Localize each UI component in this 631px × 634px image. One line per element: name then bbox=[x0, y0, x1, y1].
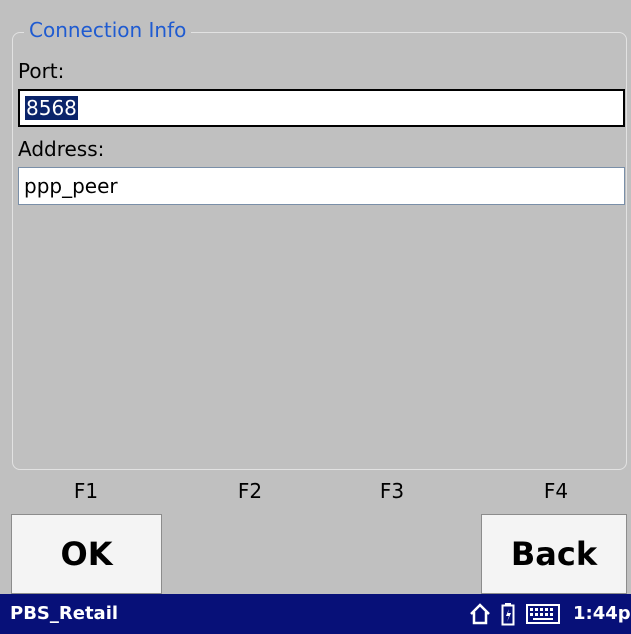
f1-key-label: F1 bbox=[73, 479, 99, 503]
ok-button[interactable]: OK bbox=[11, 514, 162, 594]
back-button[interactable]: Back bbox=[481, 514, 627, 594]
taskbar-app-name[interactable]: PBS_Retail bbox=[10, 601, 118, 627]
keyboard-icon[interactable] bbox=[526, 594, 560, 634]
home-icon[interactable] bbox=[468, 594, 492, 634]
port-field[interactable]: 8568 bbox=[18, 89, 625, 127]
port-label: Port: bbox=[18, 59, 65, 83]
taskbar: PBS_Retail 1:44p bbox=[0, 594, 631, 634]
address-field[interactable]: ppp_peer bbox=[18, 167, 625, 205]
f3-key-label: F3 bbox=[379, 479, 405, 503]
address-label: Address: bbox=[18, 137, 105, 161]
f4-key-label: F4 bbox=[543, 479, 569, 503]
battery-icon[interactable] bbox=[501, 594, 515, 634]
group-title: Connection Info bbox=[24, 17, 192, 43]
port-value[interactable]: 8568 bbox=[25, 96, 78, 120]
f2-key-label: F2 bbox=[237, 479, 263, 503]
taskbar-clock[interactable]: 1:44p bbox=[573, 601, 631, 627]
address-value[interactable]: ppp_peer bbox=[24, 174, 118, 198]
